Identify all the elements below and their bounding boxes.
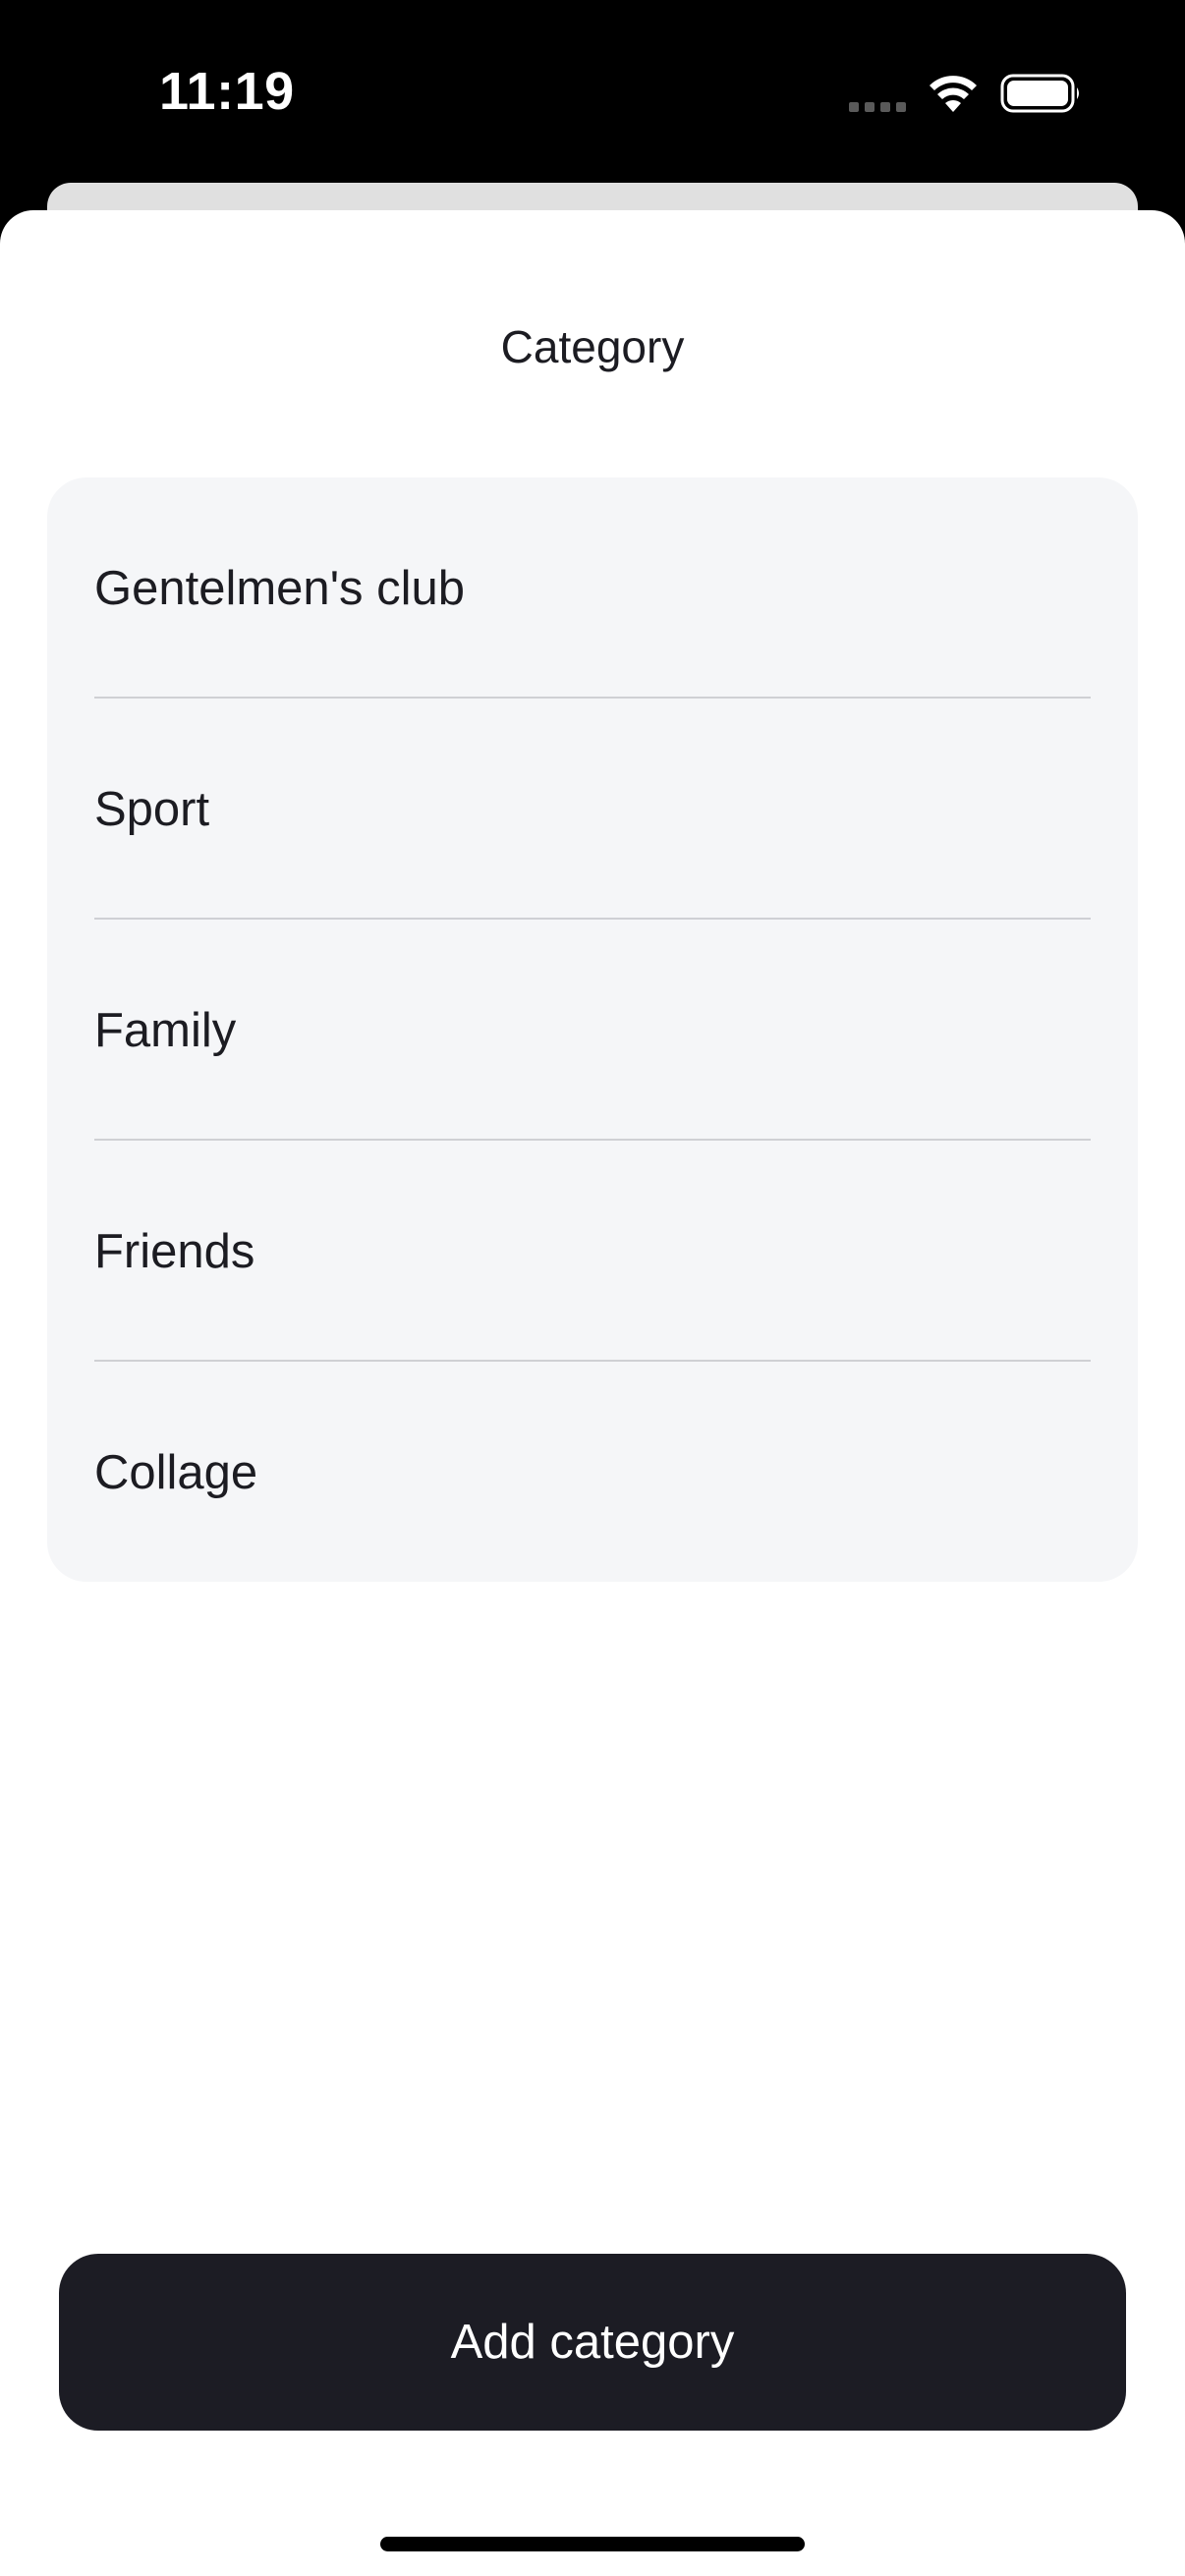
category-label: Gentelmen's club (94, 561, 466, 615)
category-label: Family (94, 1003, 237, 1057)
sheet-title: Category (500, 321, 685, 372)
status-time: 11:19 (159, 62, 295, 121)
wifi-icon (930, 76, 977, 112)
home-indicator (380, 2537, 805, 2551)
category-sheet: Category Gentelmen's club Sport Family F… (0, 210, 1185, 2576)
category-label: Friends (94, 1224, 255, 1278)
category-item-collage[interactable]: Collage (47, 1362, 1138, 1582)
category-list: Gentelmen's club Sport Family Friends Co… (47, 477, 1138, 1582)
category-label: Collage (94, 1445, 258, 1499)
category-item-sport[interactable]: Sport (47, 699, 1138, 920)
status-bar: 11:19 (0, 0, 1185, 187)
battery-icon (1000, 74, 1079, 113)
category-label: Sport (94, 782, 210, 836)
category-item-gentelmens-club[interactable]: Gentelmen's club (47, 477, 1138, 699)
category-item-friends[interactable]: Friends (47, 1141, 1138, 1362)
add-category-label: Add category (450, 2316, 735, 2369)
add-category-button[interactable]: Add category (59, 2254, 1126, 2431)
signal-dots-icon (849, 102, 906, 112)
screen: 11:19 Category Gentelmen's club Sport Fa… (0, 0, 1185, 2576)
category-item-family[interactable]: Family (47, 920, 1138, 1141)
